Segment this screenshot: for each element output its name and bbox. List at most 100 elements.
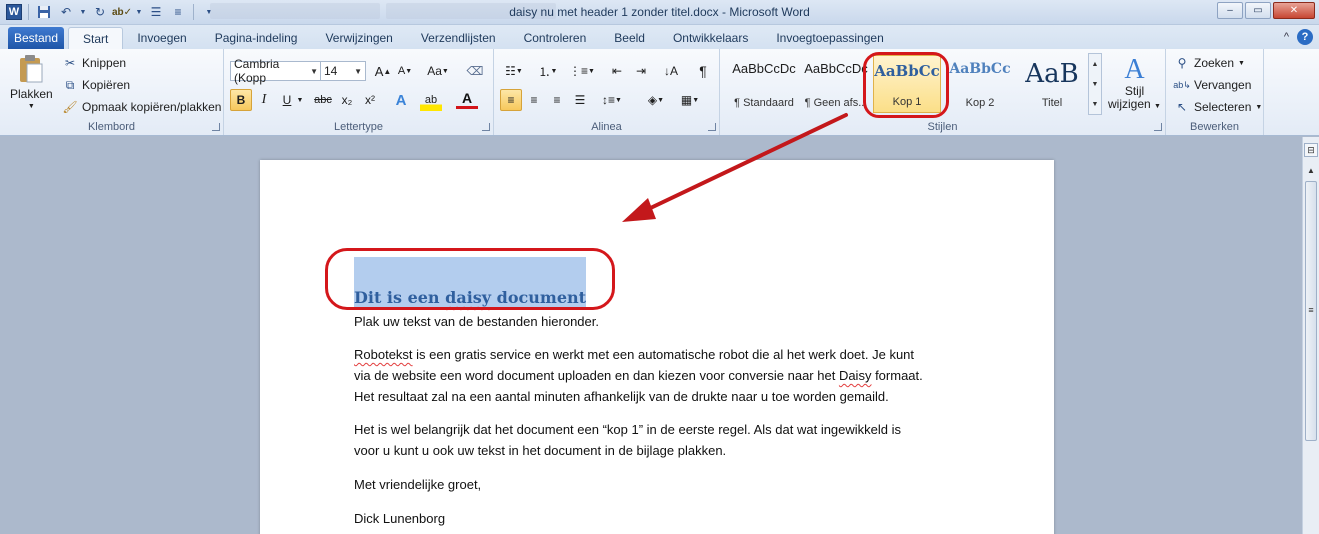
tab-invoegen[interactable]: Invoegen (123, 27, 200, 49)
sort-icon[interactable]: ↓A (660, 60, 682, 82)
misspelled-word[interactable]: Robotekst (354, 347, 413, 362)
ribbon: Plakken ▼ ✂ Knippen ⧉ Kopiëren 🖌 Opmaak … (0, 49, 1319, 136)
change-styles-icon: A (1124, 53, 1145, 85)
paragraph-2[interactable]: Robotekst is een gratis service en werkt… (354, 344, 954, 407)
change-styles-button[interactable]: A Stijl wijzigen ▼ (1108, 53, 1161, 113)
style-preview: AaB (1025, 59, 1079, 89)
paragraph-3-line-1: Het is wel belangrijk dat het document e… (354, 422, 902, 437)
style-label: Kop 2 (965, 97, 995, 109)
misspelled-word[interactable]: Daisy (839, 368, 872, 383)
align-center-icon[interactable]: ≡ (523, 89, 545, 111)
document-heading[interactable]: Dit is een daisy document (354, 288, 586, 307)
paste-dropdown-icon[interactable]: ▼ (28, 103, 35, 110)
select-label: Selecteren (1194, 100, 1252, 114)
minimize-button[interactable]: – (1217, 2, 1243, 19)
shading-icon[interactable]: ◈ ▼ (642, 89, 670, 111)
document-page[interactable]: Dit is een daisy document Plak uw tekst … (260, 160, 1054, 534)
replace-button[interactable]: ab↳ Vervangen (1173, 77, 1251, 93)
select-button[interactable]: ↖ Selecteren ▼ (1174, 99, 1262, 115)
help-icon[interactable]: ? (1297, 29, 1313, 45)
paragraph-5[interactable]: Dick Lunenborg (354, 508, 954, 529)
tab-ontwikkelaars[interactable]: Ontwikkelaars (659, 27, 762, 49)
styles-launcher-icon[interactable] (1154, 123, 1162, 131)
tab-pagina-indeling[interactable]: Pagina-indeling (201, 27, 312, 49)
gallery-down-icon[interactable]: ▼ (1092, 81, 1099, 88)
justify-icon[interactable]: ☰ (569, 89, 591, 111)
shrink-font-button[interactable]: A ▼ (394, 60, 416, 82)
bullets-icon[interactable]: ☷ ▼ (500, 60, 528, 82)
style-titel[interactable]: AaB Titel (1016, 55, 1088, 113)
superscript-button[interactable]: x² (359, 89, 381, 111)
paragraph-3[interactable]: Het is wel belangrijk dat het document e… (354, 419, 954, 461)
change-case-label: Aa (427, 64, 442, 78)
paste-button[interactable]: Plakken ▼ (10, 53, 53, 110)
text-effects-button[interactable]: A (390, 89, 412, 111)
editing-group: ⚲ Zoeken ▼ ab↳ Vervangen ↖ Selecteren ▼ Be… (1166, 49, 1264, 135)
style-standaard[interactable]: AaBbCcDc ¶ Standaard (728, 55, 800, 113)
window-title: daisy nu met header 1 zonder titel.docx … (509, 5, 810, 19)
style-geen-afstand[interactable]: AaBbCcDc ¶ Geen afs... (800, 55, 872, 113)
italic-button[interactable]: I (253, 89, 275, 111)
change-case-button[interactable]: Aa ▼ (424, 60, 452, 82)
find-label: Zoeken (1194, 56, 1235, 70)
font-color-button[interactable]: A (456, 89, 478, 109)
numbering-list-icon[interactable]: ⒈ ▼ (534, 60, 562, 82)
align-left-icon[interactable]: ≡ (500, 89, 522, 111)
style-kop-1[interactable]: AaBbCc Kop 1 (873, 55, 941, 113)
gallery-up-icon[interactable]: ▲ (1092, 61, 1099, 68)
shrink-font-label: A (397, 65, 406, 77)
align-right-icon[interactable]: ≡ (546, 89, 568, 111)
paragraph-2-line-2: via de website een word document uploade… (354, 368, 923, 383)
cut-button[interactable]: ✂ Knippen (62, 55, 126, 71)
tab-beeld[interactable]: Beeld (600, 27, 659, 49)
scroll-up-icon[interactable]: ▲ (1304, 163, 1318, 177)
format-painter-button[interactable]: 🖌 Opmaak kopiëren/plakken (62, 99, 221, 115)
style-preview: AaBbCc (874, 62, 940, 80)
tab-file[interactable]: Bestand (8, 27, 64, 49)
font-name-dropdown-icon[interactable]: ▼ (307, 67, 321, 76)
multilevel-list-icon[interactable]: ⋮≡ ▼ (568, 60, 596, 82)
paragraph-3-line-2: voor u kunt u ook uw tekst in het docume… (354, 443, 727, 458)
show-marks-button[interactable]: ¶ (692, 60, 714, 82)
gallery-more-icon[interactable]: ▼ (1092, 101, 1099, 108)
tab-start[interactable]: Start (68, 27, 124, 49)
paragraph-2-line-3: Het resultaat zal na een aantal minuten … (354, 389, 889, 404)
increase-indent-icon[interactable]: ⇥ (630, 60, 652, 82)
ruler-toggle-icon[interactable]: ⊟ (1304, 143, 1318, 157)
tab-controleren[interactable]: Controleren (510, 27, 601, 49)
underline-dropdown-icon[interactable]: ▼ (294, 89, 306, 111)
style-kop-2[interactable]: AaBbCc Kop 2 (944, 55, 1016, 113)
font-launcher-icon[interactable] (482, 123, 490, 131)
maximize-button[interactable]: ▭ (1245, 2, 1271, 19)
editing-group-label: Bewerken (1190, 121, 1239, 133)
font-name-combo[interactable]: Cambria (Kopp ▼ (230, 57, 322, 85)
tab-verzendlijsten[interactable]: Verzendlijsten (407, 27, 510, 49)
highlight-button[interactable]: ab (420, 89, 442, 111)
borders-icon[interactable]: ▦ ▼ (676, 89, 704, 111)
decrease-indent-icon[interactable]: ⇤ (606, 60, 628, 82)
misspelled-word[interactable]: daisy (445, 288, 491, 307)
tab-verwijzingen[interactable]: Verwijzingen (311, 27, 406, 49)
font-size-combo[interactable]: 14 ▼ (320, 61, 366, 81)
vertical-scrollbar[interactable]: ⊟ ▲ ≡ (1302, 137, 1319, 534)
close-button[interactable]: ✕ (1273, 2, 1315, 19)
copy-button[interactable]: ⧉ Kopiëren (62, 77, 130, 93)
styles-gallery-scroll[interactable]: ▲ ▼ ▼ (1088, 53, 1102, 115)
subscript-button[interactable]: x₂ (336, 89, 358, 111)
copy-icon: ⧉ (65, 77, 75, 92)
tab-invoegtoepassingen[interactable]: Invoegtoepassingen (762, 27, 897, 49)
grow-font-button[interactable]: A ▲ (372, 60, 394, 82)
style-preview: AaBbCc (949, 61, 1011, 77)
find-button[interactable]: ⚲ Zoeken ▼ (1174, 55, 1245, 71)
paragraph-launcher-icon[interactable] (708, 123, 716, 131)
paragraph-4[interactable]: Met vriendelijke groet, (354, 474, 954, 495)
ribbon-tab-row: Bestand Start Invoegen Pagina-indeling V… (0, 25, 1319, 49)
clipboard-launcher-icon[interactable] (212, 123, 220, 131)
bold-button[interactable]: B (230, 89, 252, 111)
collapse-ribbon-icon[interactable]: ^ (1284, 31, 1289, 43)
clear-formatting-icon[interactable]: ⌫ (464, 60, 486, 82)
strikethrough-button[interactable]: abc (310, 89, 336, 111)
line-spacing-icon[interactable]: ↕≡ ▼ (598, 89, 626, 111)
font-size-dropdown-icon[interactable]: ▼ (351, 67, 365, 76)
paragraph-1[interactable]: Plak uw tekst van de bestanden hieronder… (354, 311, 954, 332)
